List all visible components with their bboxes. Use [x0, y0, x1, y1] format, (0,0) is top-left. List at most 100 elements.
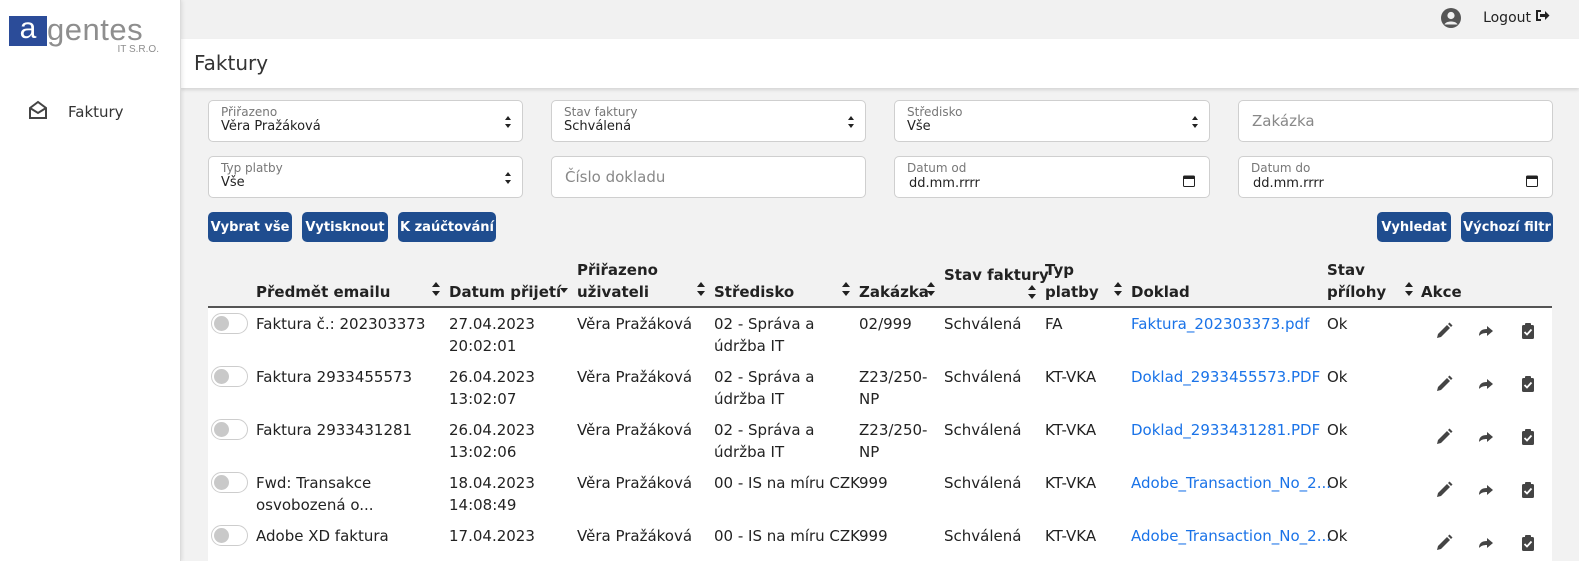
cell-stredisko: 02 - Správa a údržba IT [714, 315, 815, 355]
agentes-logo[interactable]: a gentes IT S.R.O. [9, 12, 161, 60]
col-prirazeno-header-line2[interactable]: uživateli [577, 281, 649, 303]
clipboard-check-icon[interactable] [1519, 322, 1537, 340]
cell-stav: Schválená [944, 474, 1022, 492]
cell-predmet: Faktura 2933431281 [256, 421, 413, 439]
logo-subtitle: IT S.R.O. [117, 44, 160, 55]
table-row[interactable]: Faktura č.: 202303373 27.04.2023 20:02:01… [208, 308, 1552, 361]
pencil-icon[interactable] [1435, 375, 1453, 393]
stredisko-value: Vše [907, 119, 931, 134]
sort-icon[interactable] [1113, 281, 1123, 297]
search-button[interactable]: Vyhledat [1377, 212, 1451, 242]
cell-prirazeno: Věra Pražáková [577, 315, 693, 333]
col-typ-platby-header-line1[interactable]: Typ [1045, 259, 1074, 281]
table-row[interactable]: Faktura 2933431281 26.04.2023 13:02:06 Vě… [208, 414, 1552, 467]
col-stav-faktury-header[interactable]: Stav faktury [944, 264, 1049, 286]
cell-prirazeno: Věra Pražáková [577, 527, 693, 545]
table-row[interactable]: Fwd: Transakce osvobozená o... 18.04.2023… [208, 467, 1552, 520]
pencil-icon[interactable] [1435, 534, 1453, 552]
share-arrow-icon[interactable] [1477, 534, 1495, 552]
default-filter-button[interactable]: Výchozí filtr [1461, 212, 1553, 242]
table-header: Předmět emailu Datum přijetí Přiřazeno u… [208, 255, 1552, 308]
pencil-icon[interactable] [1435, 428, 1453, 446]
cell-doklad-link[interactable]: Doklad_2933455573.PDF [1131, 366, 1320, 388]
datum-do-value: dd.mm.rrrr [1253, 176, 1324, 191]
col-stredisko-header[interactable]: Středisko [714, 281, 794, 303]
calendar-icon[interactable] [1526, 175, 1538, 187]
clipboard-check-icon[interactable] [1519, 534, 1537, 552]
cell-datum: 26.04.2023 13:02:07 [449, 368, 535, 408]
cell-predmet: Faktura č.: 202303373 [256, 315, 426, 333]
table-row[interactable]: Faktura 2933455573 26.04.2023 13:02:07 Vě… [208, 361, 1552, 414]
datum-od-input[interactable]: Datum od dd.mm.rrrr [894, 156, 1210, 198]
sort-desc-icon[interactable] [559, 283, 569, 299]
prirazeno-value: Věra Pražáková [221, 119, 321, 134]
calendar-icon[interactable] [1183, 175, 1195, 187]
datum-od-value: dd.mm.rrrr [909, 176, 980, 191]
col-stav-prilohy-header-line2[interactable]: přílohy [1327, 281, 1386, 303]
datum-do-input[interactable]: Datum do dd.mm.rrrr [1238, 156, 1553, 198]
col-prirazeno-header-line1[interactable]: Přiřazeno [577, 259, 658, 281]
stredisko-select[interactable]: Středisko Vše [894, 100, 1210, 142]
datum-od-label: Datum od [907, 161, 967, 175]
stav-faktury-select[interactable]: Stav faktury Schválená [551, 100, 866, 142]
cell-prirazeno: Věra Pražáková [577, 421, 693, 439]
select-all-button[interactable]: Vybrat vše [208, 212, 292, 242]
share-arrow-icon[interactable] [1477, 375, 1495, 393]
col-doklad-header[interactable]: Doklad [1131, 281, 1190, 303]
logout-button[interactable]: Logout [1483, 9, 1550, 26]
col-zakazka-header[interactable]: Zakázka [859, 281, 929, 303]
col-datum-header[interactable]: Datum přijetí [449, 281, 561, 303]
row-select-toggle[interactable] [211, 419, 248, 440]
col-stav-prilohy-header-line1[interactable]: Stav [1327, 259, 1365, 281]
cell-doklad-link[interactable]: Doklad_2933431281.PDF [1131, 419, 1320, 441]
row-select-toggle[interactable] [211, 366, 248, 387]
cell-doklad-link[interactable]: Adobe_Transaction_No_2... [1131, 525, 1331, 547]
share-arrow-icon[interactable] [1477, 481, 1495, 499]
cell-zakazka: 02/999 [859, 315, 912, 333]
cislo-dokladu-input[interactable]: Číslo dokladu [551, 156, 866, 198]
logo-wordmark: gentes [47, 12, 144, 47]
print-button[interactable]: Vytisknout [302, 212, 388, 242]
cell-typ: FA [1045, 315, 1063, 333]
prirazeno-select[interactable]: Přiřazeno Věra Pražáková [208, 100, 523, 142]
page-title: Faktury [194, 51, 269, 75]
col-predmet-header[interactable]: Předmět emailu [256, 281, 390, 303]
cell-doklad-link[interactable]: Adobe_Transaction_No_2... [1131, 472, 1331, 494]
table-row[interactable]: Adobe XD faktura 17.04.2023 Věra Pražáko… [208, 520, 1552, 561]
stav-faktury-label: Stav faktury [564, 105, 638, 119]
sort-icon[interactable] [926, 281, 936, 297]
typ-platby-select[interactable]: Typ platby Vše [208, 156, 523, 198]
zakazka-input[interactable]: Zakázka [1238, 100, 1553, 142]
share-arrow-icon[interactable] [1477, 428, 1495, 446]
sort-icon[interactable] [1027, 284, 1037, 300]
share-arrow-icon[interactable] [1477, 322, 1495, 340]
row-select-toggle[interactable] [211, 525, 248, 546]
chevron-updown-icon [848, 116, 854, 128]
envelope-open-icon [28, 100, 48, 124]
pencil-icon[interactable] [1435, 322, 1453, 340]
sort-icon[interactable] [841, 281, 851, 297]
user-circle-icon[interactable] [1440, 7, 1462, 29]
clipboard-check-icon[interactable] [1519, 481, 1537, 499]
sort-icon[interactable] [431, 281, 441, 297]
clipboard-check-icon[interactable] [1519, 428, 1537, 446]
typ-platby-value: Vše [221, 175, 245, 190]
cell-stredisko: 02 - Správa a údržba IT [714, 421, 815, 461]
sort-icon[interactable] [1404, 281, 1414, 297]
cell-typ: KT-VKA [1045, 527, 1097, 545]
sort-icon[interactable] [696, 281, 706, 297]
title-bar: Faktury [181, 39, 1579, 88]
sidebar-item-faktury[interactable]: Faktury [28, 100, 124, 124]
to-accounting-button[interactable]: K zaúčtování [398, 212, 496, 242]
cell-stredisko: 02 - Správa a údržba IT [714, 368, 815, 408]
row-select-toggle[interactable] [211, 313, 248, 334]
clipboard-check-icon[interactable] [1519, 375, 1537, 393]
sidebar-item-label: Faktury [68, 103, 124, 121]
row-select-toggle[interactable] [211, 472, 248, 493]
cell-doklad-link[interactable]: Faktura_202303373.pdf [1131, 313, 1309, 335]
col-typ-platby-header-line2[interactable]: platby [1045, 281, 1099, 303]
chevron-updown-icon [505, 172, 511, 184]
cell-stav: Schválená [944, 315, 1022, 333]
pencil-icon[interactable] [1435, 481, 1453, 499]
prirazeno-label: Přiřazeno [221, 105, 278, 119]
